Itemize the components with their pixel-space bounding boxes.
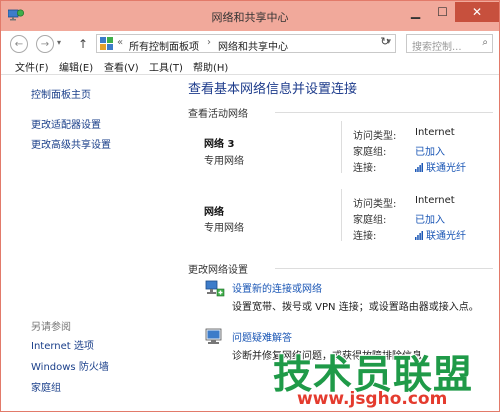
see-also-heading: 另请参阅 <box>31 322 71 333</box>
signal-bars-icon <box>415 163 423 172</box>
network-type: 专用网络 <box>204 223 244 234</box>
network-type: 专用网络 <box>204 156 244 167</box>
forward-button[interactable]: → <box>36 35 54 53</box>
active-networks-heading: 查看活动网络 <box>188 109 248 120</box>
network-divider <box>341 121 342 173</box>
sidebar-change-adapter-settings[interactable]: 更改适配器设置 <box>31 116 101 131</box>
signal-bars-icon <box>415 231 423 240</box>
breadcrumb-overflow[interactable]: « <box>117 37 123 48</box>
homegroup-link[interactable]: 已加入 <box>415 211 445 226</box>
menu-bar: 文件(F) 编辑(E) 查看(V) 工具(T) 帮助(H) <box>1 57 499 74</box>
access-type-value: Internet <box>415 195 455 206</box>
search-icon: ⌕ <box>482 37 488 48</box>
connection-link[interactable]: 联通光纤 <box>415 227 466 242</box>
breadcrumb-separator-icon[interactable]: › <box>207 37 211 48</box>
network-name: 网络 3 <box>204 139 235 150</box>
maximize-button[interactable]: ☐ <box>429 2 456 22</box>
connection-label: 连接: <box>353 231 377 242</box>
menu-file[interactable]: 文件(F) <box>15 59 49 74</box>
back-arrow-icon: ← <box>14 38 24 50</box>
close-button[interactable]: ✕ <box>455 2 499 22</box>
homegroup-link[interactable]: 已加入 <box>415 143 445 158</box>
setup-new-connection-description: 设置宽带、拨号或 VPN 连接；或设置路由器或接入点。 <box>232 302 479 313</box>
maximize-icon: ☐ <box>437 5 448 19</box>
sidebar-control-panel-home[interactable]: 控制面板主页 <box>31 86 91 101</box>
up-arrow-icon: ↑ <box>78 37 89 51</box>
menu-help[interactable]: 帮助(H) <box>193 59 228 74</box>
active-networks-divider <box>275 112 493 113</box>
connection-link[interactable]: 联通光纤 <box>415 159 466 174</box>
control-panel-icon <box>100 37 113 50</box>
troubleshoot-icon <box>205 328 222 344</box>
sidebar: 控制面板主页 更改适配器设置 更改高级共享设置 另请参阅 Internet 选项… <box>1 75 183 411</box>
refresh-button[interactable]: ↻ <box>375 35 395 52</box>
address-field[interactable]: « 所有控制面板项 › 网络和共享中心 ▾ <box>96 34 396 53</box>
see-also-homegroup[interactable]: 家庭组 <box>31 379 61 394</box>
access-type-label: 访问类型: <box>353 131 397 142</box>
see-also-internet-options[interactable]: Internet 选项 <box>31 337 94 352</box>
menu-edit[interactable]: 编辑(E) <box>59 59 93 74</box>
watermark-url: www.jsgho.com <box>296 389 448 410</box>
breadcrumb-network-center[interactable]: 网络和共享中心 <box>218 38 288 53</box>
homegroup-label: 家庭组: <box>353 215 387 226</box>
forward-arrow-icon: → <box>40 38 50 50</box>
minimize-icon: ▁ <box>410 5 421 19</box>
setup-new-connection-link[interactable]: 设置新的连接或网络 <box>232 280 322 295</box>
title-bar[interactable]: 网络和共享中心 ▁ ☐ ✕ <box>1 1 499 31</box>
menu-tools[interactable]: 工具(T) <box>149 59 183 74</box>
page-title: 查看基本网络信息并设置连接 <box>188 82 358 97</box>
search-input[interactable]: 搜索控制... ⌕ <box>406 34 493 53</box>
troubleshoot-link[interactable]: 问题疑难解答 <box>232 329 292 344</box>
homegroup-label: 家庭组: <box>353 147 387 158</box>
sidebar-change-advanced-sharing[interactable]: 更改高级共享设置 <box>31 136 111 151</box>
menu-view[interactable]: 查看(V) <box>104 59 139 74</box>
network-divider <box>341 189 342 241</box>
connection-label: 连接: <box>353 163 377 174</box>
change-settings-divider <box>275 268 493 269</box>
back-button[interactable]: ← <box>10 35 28 53</box>
change-settings-heading: 更改网络设置 <box>188 265 248 276</box>
access-type-value: Internet <box>415 127 455 138</box>
access-type-label: 访问类型: <box>353 199 397 210</box>
up-button[interactable]: ↑ <box>78 37 88 51</box>
see-also-windows-firewall[interactable]: Windows 防火墙 <box>31 358 109 373</box>
new-connection-icon <box>205 280 225 297</box>
breadcrumb-all-control-panel[interactable]: 所有控制面板项 <box>129 38 199 53</box>
minimize-button[interactable]: ▁ <box>402 2 429 22</box>
recent-pages-dropdown-icon[interactable]: ▾ <box>57 38 61 47</box>
search-placeholder: 搜索控制... <box>412 42 462 53</box>
address-bar: ← → ▾ ↑ « 所有控制面板项 › 网络和共享中心 ▾ ↻ 搜索控制... … <box>1 31 499 57</box>
site-watermark: 技术员联盟 www.jsgho.com <box>272 344 499 410</box>
connection-name: 联通光纤 <box>426 231 466 242</box>
refresh-icon: ↻ <box>380 35 390 48</box>
network-name: 网络 <box>204 207 224 218</box>
window: 网络和共享中心 ▁ ☐ ✕ ← → ▾ ↑ « 所有控制面板项 › 网络和共享中… <box>0 0 500 412</box>
connection-name: 联通光纤 <box>426 163 466 174</box>
close-icon: ✕ <box>471 5 483 19</box>
